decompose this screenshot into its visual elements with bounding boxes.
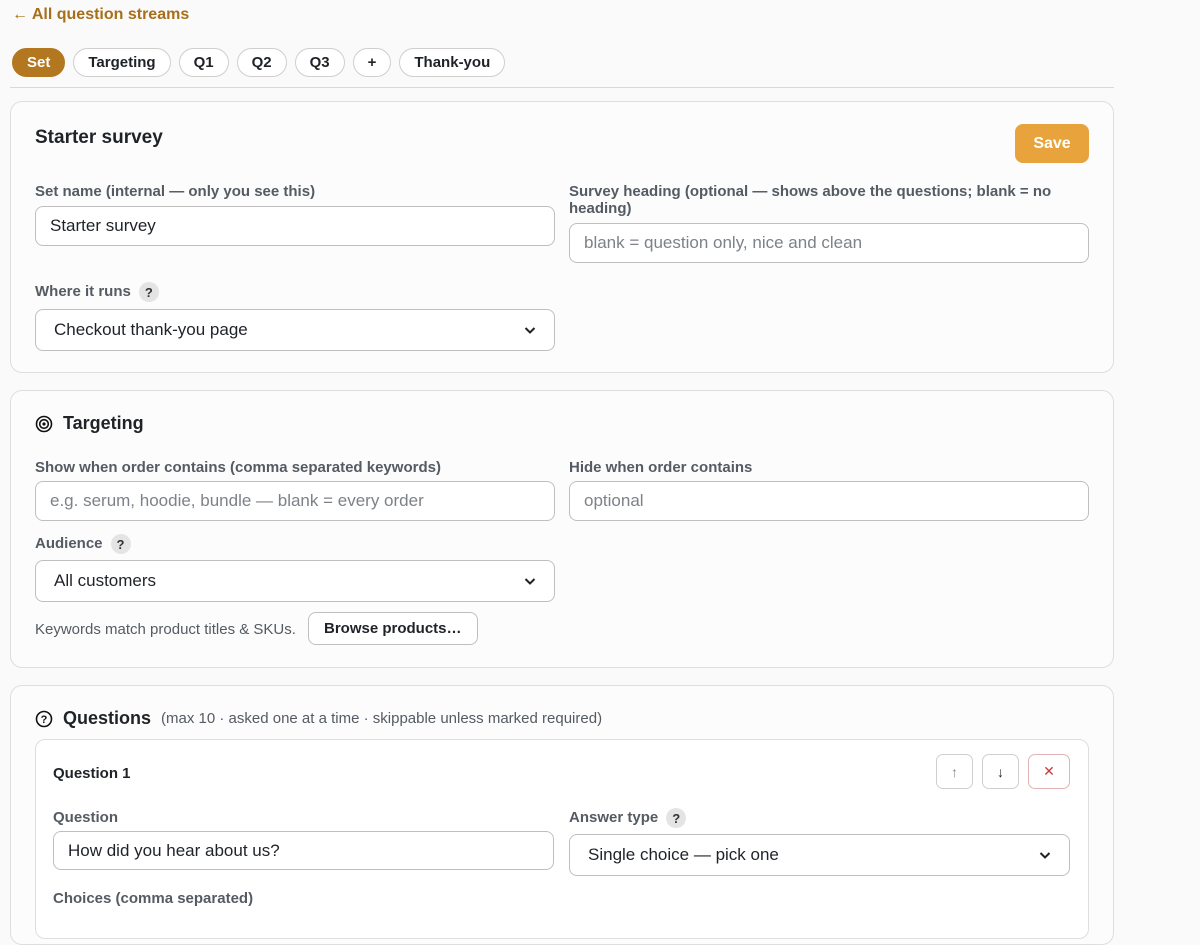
questions-subtitle: (max 10 · asked one at a time · skippabl… [161,710,603,727]
tab-set[interactable]: Set [12,48,66,77]
hide-when-input[interactable]: optional [569,481,1089,521]
audience-text: Audience [35,534,103,552]
move-up-button[interactable]: ↑ [936,754,973,789]
help-icon[interactable]: ? [666,808,687,828]
audience-label: Audience? [35,534,131,554]
hide-when-label: Hide when order contains [569,459,753,476]
answer-type-select[interactable]: Single choice — pick one [569,834,1070,876]
tab-targeting[interactable]: Targeting [73,48,171,77]
show-when-label: Show when order contains (comma separate… [35,459,441,476]
where-it-runs-label: Where it runs? [35,282,159,302]
browse-products-button[interactable]: Browse products… [308,612,478,645]
set-name-label: Set name (internal — only you see this) [35,183,316,200]
answer-type-value: Single choice — pick one [588,845,779,864]
tab-thank-you[interactable]: Thank-you [399,48,506,77]
tab-bar: Set Targeting Q1 Q2 Q3 + Thank-you [12,48,506,77]
tab-divider [10,87,1114,88]
target-icon [35,415,53,432]
tab-q2[interactable]: Q2 [236,48,287,77]
questions-card: ? Questions (max 10 · asked one at a tim… [10,685,1114,945]
question-input[interactable]: How did you hear about us? [53,831,554,870]
questions-title: Questions [63,708,152,728]
back-to-streams-link[interactable]: ← All question streams [12,6,189,24]
tab-q3[interactable]: Q3 [294,48,345,77]
help-icon[interactable]: ? [138,282,159,302]
chevron-down-icon [1039,852,1051,859]
survey-heading-input[interactable]: blank = question only, nice and clean [569,223,1089,263]
answer-type-text: Answer type [569,808,659,826]
set-title: Starter survey [35,127,163,148]
tab-q1[interactable]: Q1 [178,48,229,77]
set-name-input[interactable]: Starter survey [35,206,555,246]
chevron-down-icon [524,578,536,585]
survey-heading-label: Survey heading (optional — shows above t… [569,183,1052,217]
answer-type-label: Answer type? [569,808,687,828]
targeting-card: Targeting Show when order contains (comm… [10,390,1114,668]
where-it-runs-select[interactable]: Checkout thank-you page [35,309,555,351]
targeting-title: Targeting [63,413,144,433]
question-card-1: Question 1 ↑ ↓ ✕ Question How did you he… [35,739,1089,939]
svg-text:?: ? [41,714,48,726]
audience-select[interactable]: All customers [35,560,555,602]
where-it-runs-text: Where it runs [35,282,131,300]
question-circle-icon: ? [35,710,53,727]
keywords-hint: Keywords match product titles & SKUs. [35,621,296,638]
help-icon[interactable]: ? [110,534,131,554]
move-down-button[interactable]: ↓ [982,754,1019,789]
save-button[interactable]: Save [1015,124,1089,163]
where-it-runs-value: Checkout thank-you page [54,320,248,339]
questions-header: ? Questions (max 10 · asked one at a tim… [35,708,602,729]
set-card: Starter survey Save Set name (internal —… [10,101,1114,373]
choices-label: Choices (comma separated) [53,890,254,907]
audience-value: All customers [54,571,157,590]
question-1-title: Question 1 [53,765,131,782]
add-question-tab[interactable]: + [352,48,392,77]
chevron-down-icon [524,327,536,334]
show-when-input[interactable]: e.g. serum, hoodie, bundle — blank = eve… [35,481,555,521]
targeting-header: Targeting [35,413,144,434]
remove-question-button[interactable]: ✕ [1028,754,1070,789]
question-label: Question [53,809,119,826]
